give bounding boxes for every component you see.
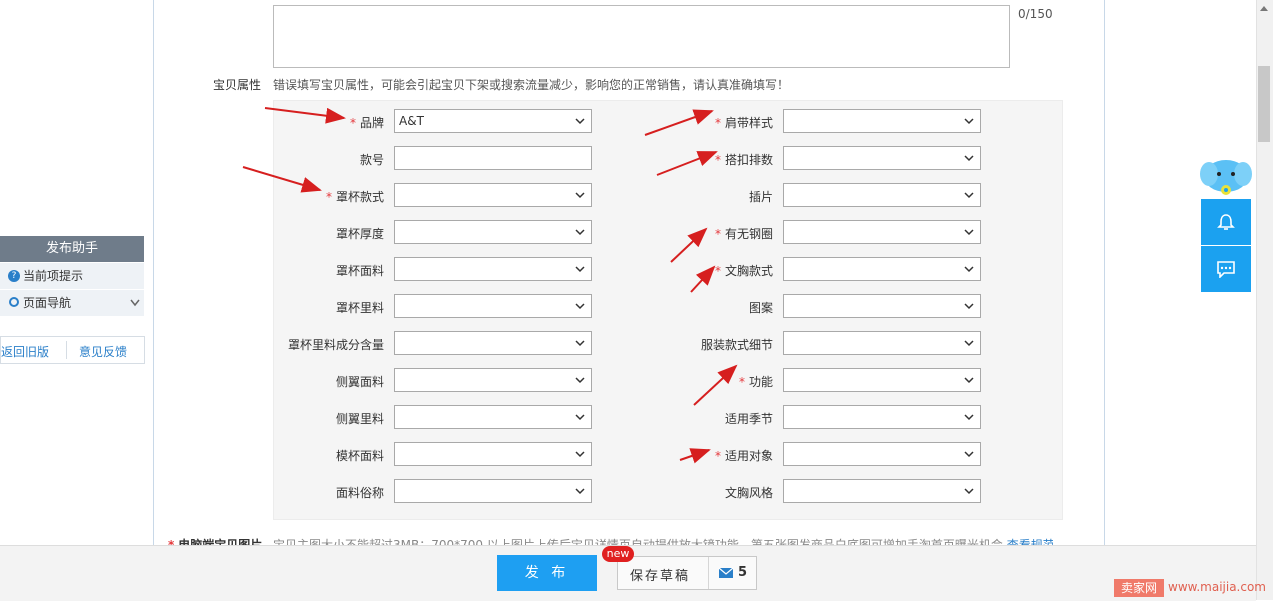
bell-icon — [1217, 214, 1235, 230]
mascot-elephant-icon — [1200, 160, 1252, 195]
mail-count: 5 — [738, 565, 748, 580]
watermark-brand: 卖家网 — [1114, 579, 1164, 597]
save-draft-label: 保存草稿 — [630, 569, 691, 584]
helper-title: 发布助手 — [0, 236, 144, 262]
chevron-down-icon — [130, 299, 140, 307]
scrollbar-thumb[interactable] — [1258, 66, 1270, 142]
helper-current-tip[interactable]: ? 当前项提示 — [0, 263, 144, 289]
divider — [66, 341, 67, 359]
chat-icon — [1217, 261, 1235, 278]
divider — [708, 557, 709, 589]
helper-links: 返回旧版 意见反馈 — [0, 336, 145, 364]
chat-button[interactable] — [1201, 246, 1251, 292]
feedback-link[interactable]: 意见反馈 — [79, 343, 127, 360]
arrow-hook-rows — [656, 151, 718, 176]
help-icon: ? — [8, 270, 20, 282]
arrow-cup-style — [242, 166, 322, 193]
watermark-url: www.maijia.com — [1168, 580, 1266, 594]
arrow-target-user — [679, 448, 711, 464]
helper-page-nav[interactable]: 页面导航 — [0, 290, 144, 316]
notification-button[interactable] — [1201, 199, 1251, 245]
arrow-bra-style — [690, 265, 716, 293]
arrow-function — [693, 364, 738, 406]
new-badge: new — [602, 546, 634, 562]
arrow-underwire — [670, 227, 708, 263]
publish-button[interactable]: 发 布 — [497, 555, 597, 591]
mail-icon[interactable] — [718, 567, 734, 579]
arrow-strap-style — [644, 109, 714, 136]
annotation-arrows — [242, 107, 738, 464]
back-old-version-link[interactable]: 返回旧版 — [1, 343, 49, 360]
location-icon — [9, 297, 19, 307]
scroll-up-icon[interactable] — [1259, 4, 1269, 12]
arrow-brand — [264, 107, 346, 124]
